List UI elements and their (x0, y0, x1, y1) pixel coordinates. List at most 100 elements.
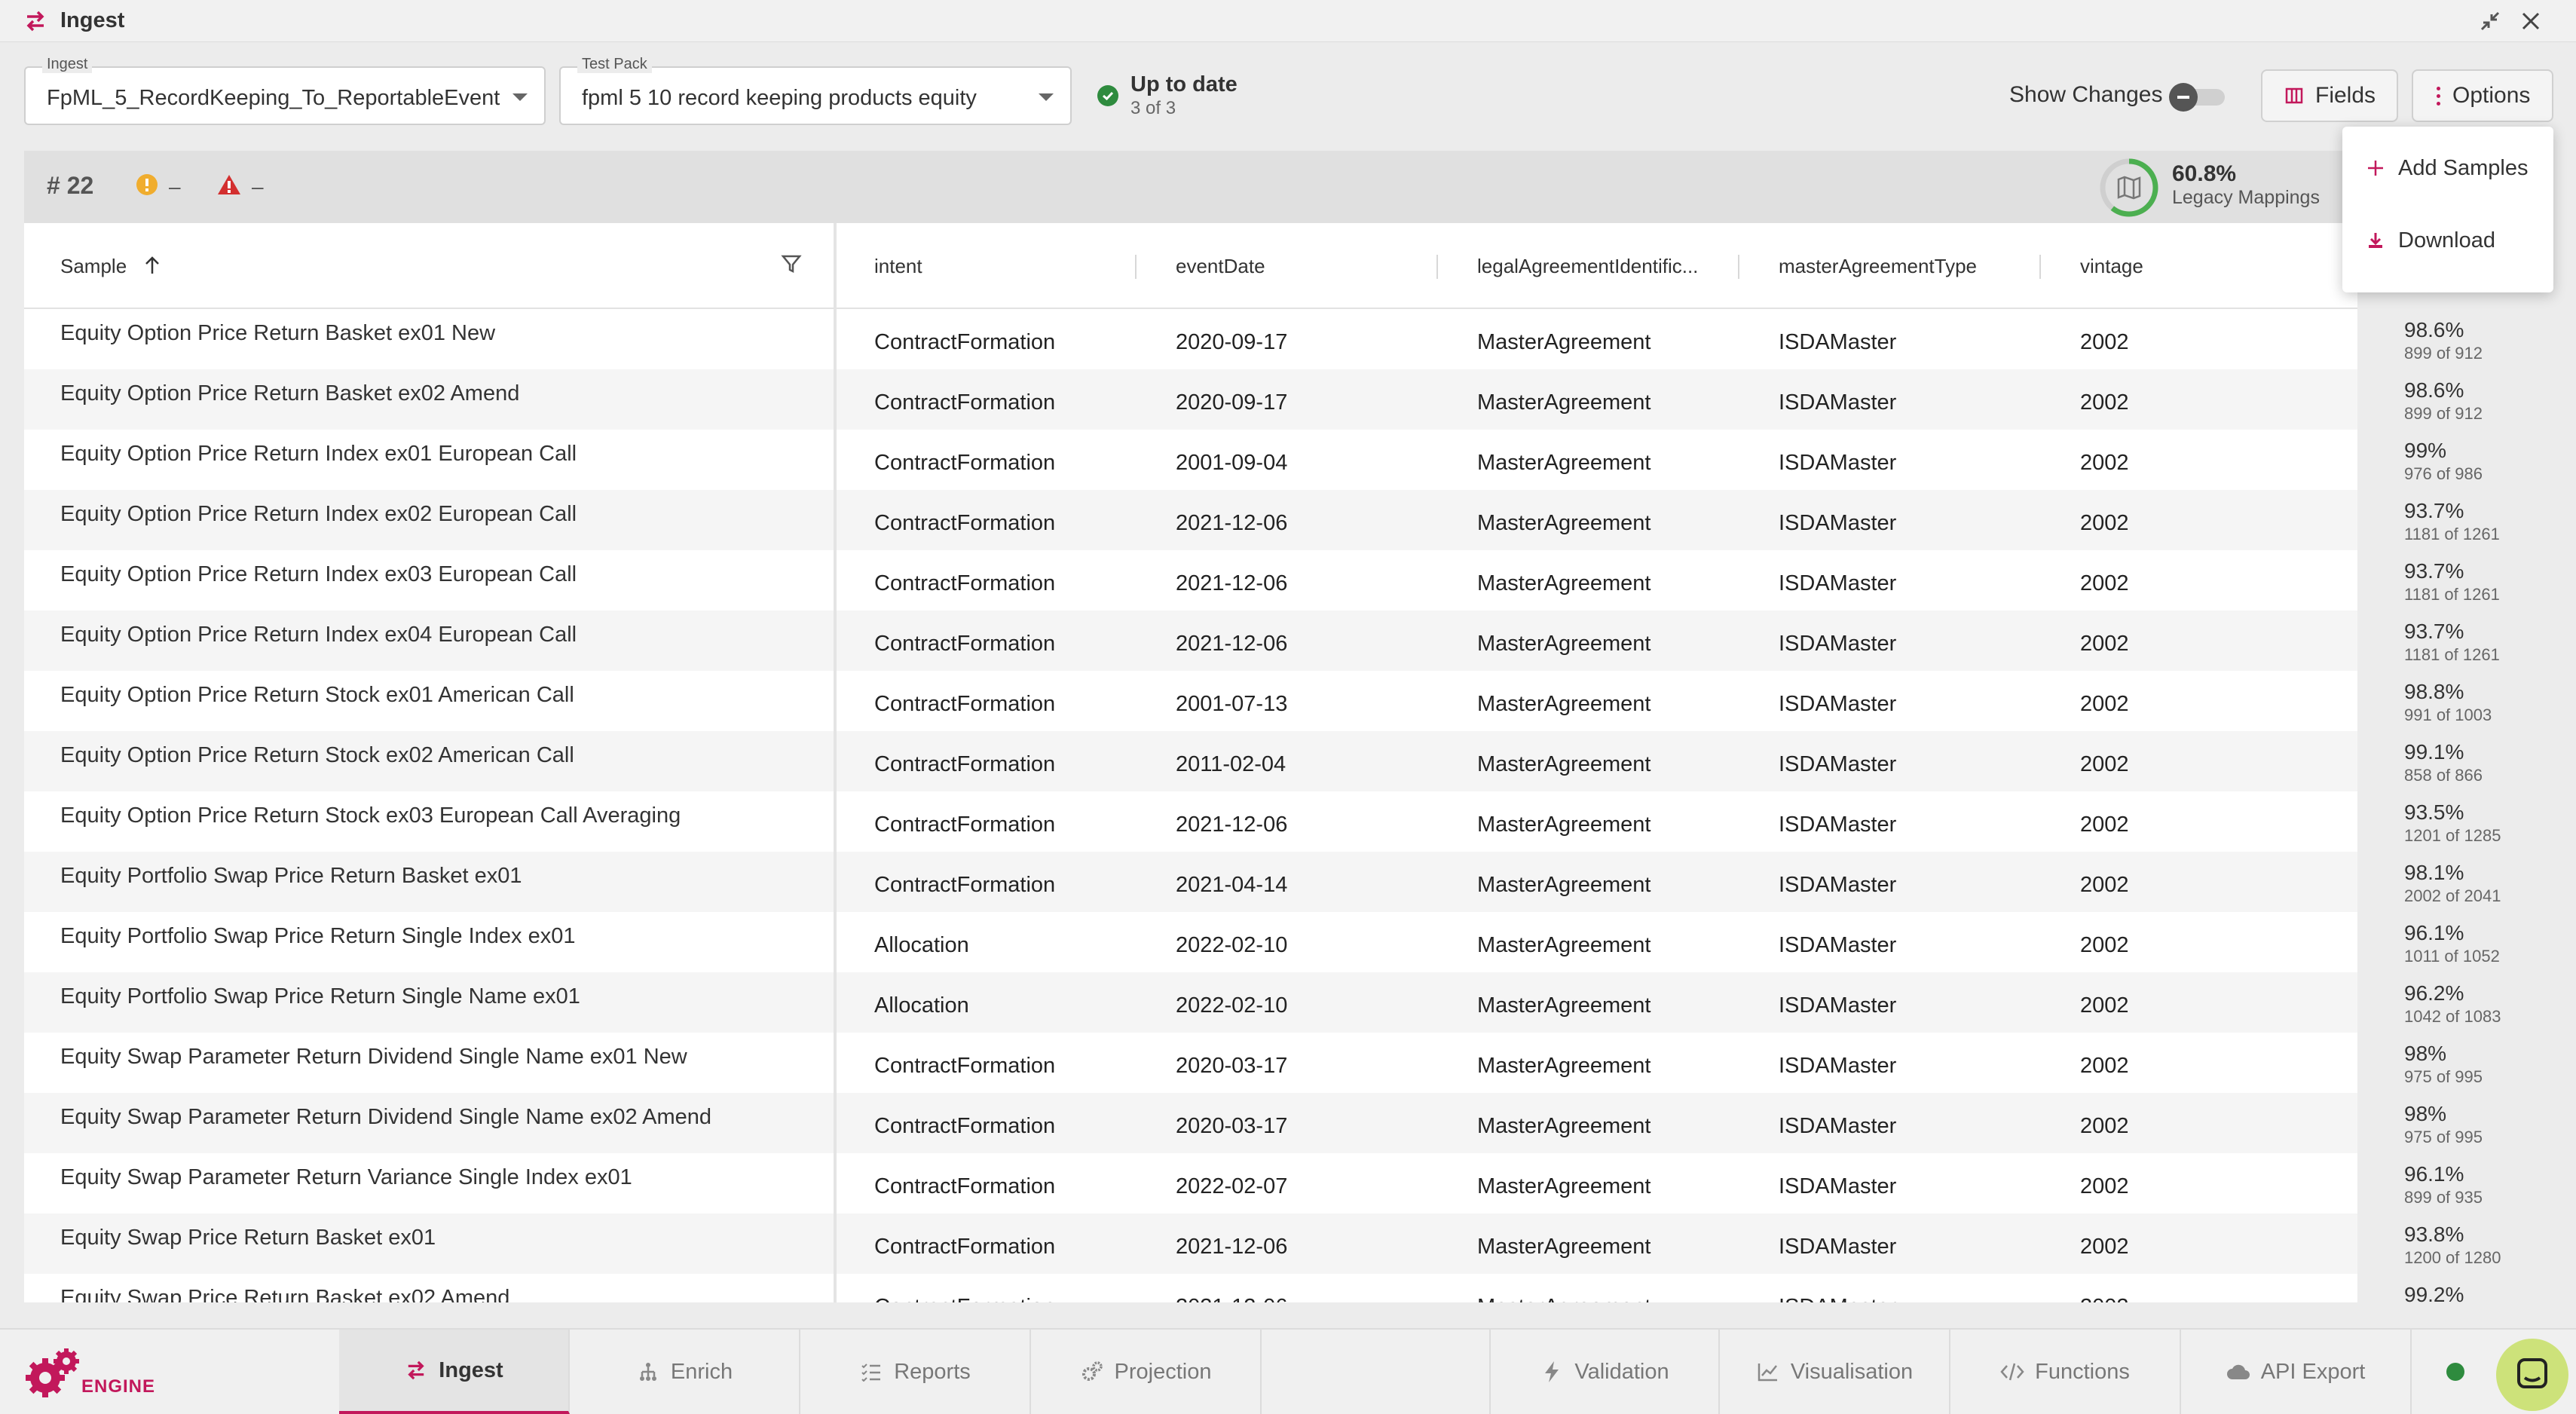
tab-projection-label: Projection (1114, 1359, 1212, 1384)
legacy-mappings-label: Legacy Mappings (2172, 187, 2320, 208)
warning-count[interactable]: – (136, 173, 181, 200)
ingest-select[interactable]: Ingest FpML_5_RecordKeeping_To_Reportabl… (24, 56, 546, 125)
coverage-cell: 93.5% 1201 of 1285 (2404, 800, 2570, 846)
coverage-cell: 93.8% 1200 of 1280 (2404, 1223, 2570, 1268)
test-pack-select[interactable]: Test Pack fpml 5 10 record keeping produ… (559, 56, 1072, 125)
column-header-master-agreement-type[interactable]: masterAgreementType (1779, 255, 1977, 278)
cell-intent: Allocation (874, 993, 969, 1018)
error-count[interactable]: – (217, 173, 264, 200)
gears-icon (1080, 1360, 1104, 1384)
menu-item-download-label: Download (2398, 228, 2495, 252)
cell-master-agreement-type: ISDAMaster (1779, 933, 1897, 957)
tab-visualisation-label: Visualisation (1790, 1359, 1914, 1384)
coverage-percent: 96.1% (2404, 1162, 2464, 1186)
download-icon (2365, 230, 2386, 251)
table-row[interactable]: Equity Option Price Return Index ex03 Eu… (24, 550, 2357, 611)
tab-api-export[interactable]: API Export (2181, 1330, 2412, 1414)
coverage-cell: 98% 975 of 995 (2404, 1102, 2570, 1147)
logo-text: ENGINE (81, 1376, 156, 1397)
title-bar: Ingest (0, 0, 2576, 42)
table-row[interactable]: Equity Option Price Return Index ex04 Eu… (24, 611, 2357, 671)
column-resizer[interactable] (1738, 255, 1739, 279)
cell-legal-agreement: MasterAgreement (1477, 390, 1651, 415)
filter-icon[interactable] (781, 253, 802, 278)
coverage-percent: 93.7% (2404, 559, 2464, 583)
table-row[interactable]: Equity Portfolio Swap Price Return Singl… (24, 912, 2357, 972)
coverage-percent: 98% (2404, 1042, 2447, 1065)
cell-eventdate: 2021-12-06 (1176, 1235, 1288, 1259)
cell-intent: ContractFormation (874, 511, 1056, 535)
cell-sample: Equity Swap Parameter Return Dividend Si… (60, 1045, 687, 1069)
coverage-percent: 96.1% (2404, 921, 2464, 944)
collapse-icon[interactable] (2475, 6, 2505, 36)
table-row[interactable]: Equity Swap Parameter Return Dividend Si… (24, 1033, 2357, 1093)
table-row[interactable]: Equity Swap Parameter Return Variance Si… (24, 1153, 2357, 1214)
table-row[interactable]: Equity Swap Price Return Basket ex01 Cont… (24, 1214, 2357, 1274)
tab-visualisation[interactable]: Visualisation (1720, 1330, 1950, 1414)
chat-button[interactable] (2496, 1339, 2568, 1411)
coverage-cell: 96.1% 1011 of 1052 (2404, 921, 2570, 966)
table-row[interactable]: Equity Portfolio Swap Price Return Singl… (24, 972, 2357, 1033)
bottom-nav: ENGINE Ingest Enrich Reports Projection … (0, 1328, 2576, 1414)
sample-count: # 22 (47, 172, 94, 199)
cell-eventdate: 2021-04-14 (1176, 873, 1288, 897)
cell-vintage: 2002 (2080, 933, 2129, 957)
table-row[interactable]: Equity Option Price Return Stock ex02 Am… (24, 731, 2357, 791)
tab-reports[interactable]: Reports (800, 1330, 1031, 1414)
coverage-count: 1181 of 1261 (2404, 645, 2500, 664)
column-header-legal-agreement[interactable]: legalAgreementIdentific... (1477, 255, 1698, 278)
tab-ingest[interactable]: Ingest (339, 1330, 570, 1414)
close-icon[interactable] (2516, 6, 2546, 36)
sort-ascending-icon[interactable] (144, 256, 161, 280)
column-header-intent[interactable]: intent (874, 255, 922, 278)
samples-table: Sample intent eventDate legalAgreementId… (24, 223, 2357, 1302)
menu-item-add-samples[interactable]: Add Samples (2365, 149, 2529, 187)
options-button[interactable]: Options (2412, 69, 2553, 122)
table-row[interactable]: Equity Swap Price Return Basket ex02 Ame… (24, 1274, 2357, 1302)
column-resizer[interactable] (2039, 255, 2041, 279)
tab-enrich[interactable]: Enrich (570, 1330, 800, 1414)
table-row[interactable]: Equity Portfolio Swap Price Return Baske… (24, 852, 2357, 912)
cell-eventdate: 2020-09-17 (1176, 330, 1288, 354)
column-header-sample[interactable]: Sample (60, 255, 161, 280)
cell-vintage: 2002 (2080, 1235, 2129, 1259)
coverage-percent: 98% (2404, 1102, 2447, 1125)
tab-projection[interactable]: Projection (1031, 1330, 1262, 1414)
coverage-cell: 93.7% 1181 of 1261 (2404, 559, 2570, 604)
cell-eventdate: 2021-12-06 (1176, 632, 1288, 656)
show-changes-toggle[interactable] (2169, 83, 2226, 112)
table-row[interactable]: Equity Swap Parameter Return Dividend Si… (24, 1093, 2357, 1153)
coverage-count: 975 of 995 (2404, 1067, 2483, 1086)
cell-vintage: 2002 (2080, 692, 2129, 716)
table-row[interactable]: Equity Option Price Return Index ex02 Eu… (24, 490, 2357, 550)
cell-eventdate: 2020-09-17 (1176, 390, 1288, 415)
column-resizer[interactable] (1135, 255, 1137, 279)
swap-icon (23, 8, 48, 34)
coverage-cell: 99% 976 of 986 (2404, 439, 2570, 484)
tab-validation[interactable]: Validation (1489, 1330, 1720, 1414)
legacy-mappings[interactable]: 60.8% Legacy Mappings (2076, 149, 2377, 222)
cell-master-agreement-type: ISDAMaster (1779, 451, 1897, 475)
table-row[interactable]: Equity Option Price Return Basket ex01 N… (24, 309, 2357, 369)
column-header-eventdate[interactable]: eventDate (1176, 255, 1265, 278)
table-row[interactable]: Equity Option Price Return Stock ex01 Am… (24, 671, 2357, 731)
tab-functions[interactable]: Functions (1950, 1330, 2181, 1414)
table-row[interactable]: Equity Option Price Return Stock ex03 Eu… (24, 791, 2357, 852)
cell-intent: ContractFormation (874, 692, 1056, 716)
coverage-count: 1011 of 1052 (2404, 947, 2500, 966)
column-header-vintage[interactable]: vintage (2080, 255, 2143, 278)
menu-item-download[interactable]: Download (2365, 222, 2495, 259)
cell-eventdate: 2022-02-10 (1176, 993, 1288, 1018)
column-resizer[interactable] (1436, 255, 1438, 279)
cell-intent: ContractFormation (874, 451, 1056, 475)
cell-master-agreement-type: ISDAMaster (1779, 632, 1897, 656)
cell-eventdate: 2020-03-17 (1176, 1114, 1288, 1138)
coverage-percent: 93.8% (2404, 1223, 2464, 1246)
coverage-percent: 93.5% (2404, 800, 2464, 824)
table-row[interactable]: Equity Option Price Return Basket ex02 A… (24, 369, 2357, 430)
fields-button[interactable]: Fields (2261, 69, 2398, 122)
tab-api-export-label: API Export (2260, 1359, 2366, 1384)
coverage-percent: 98.1% (2404, 861, 2464, 884)
cell-legal-agreement: MasterAgreement (1477, 571, 1651, 595)
table-row[interactable]: Equity Option Price Return Index ex01 Eu… (24, 430, 2357, 490)
